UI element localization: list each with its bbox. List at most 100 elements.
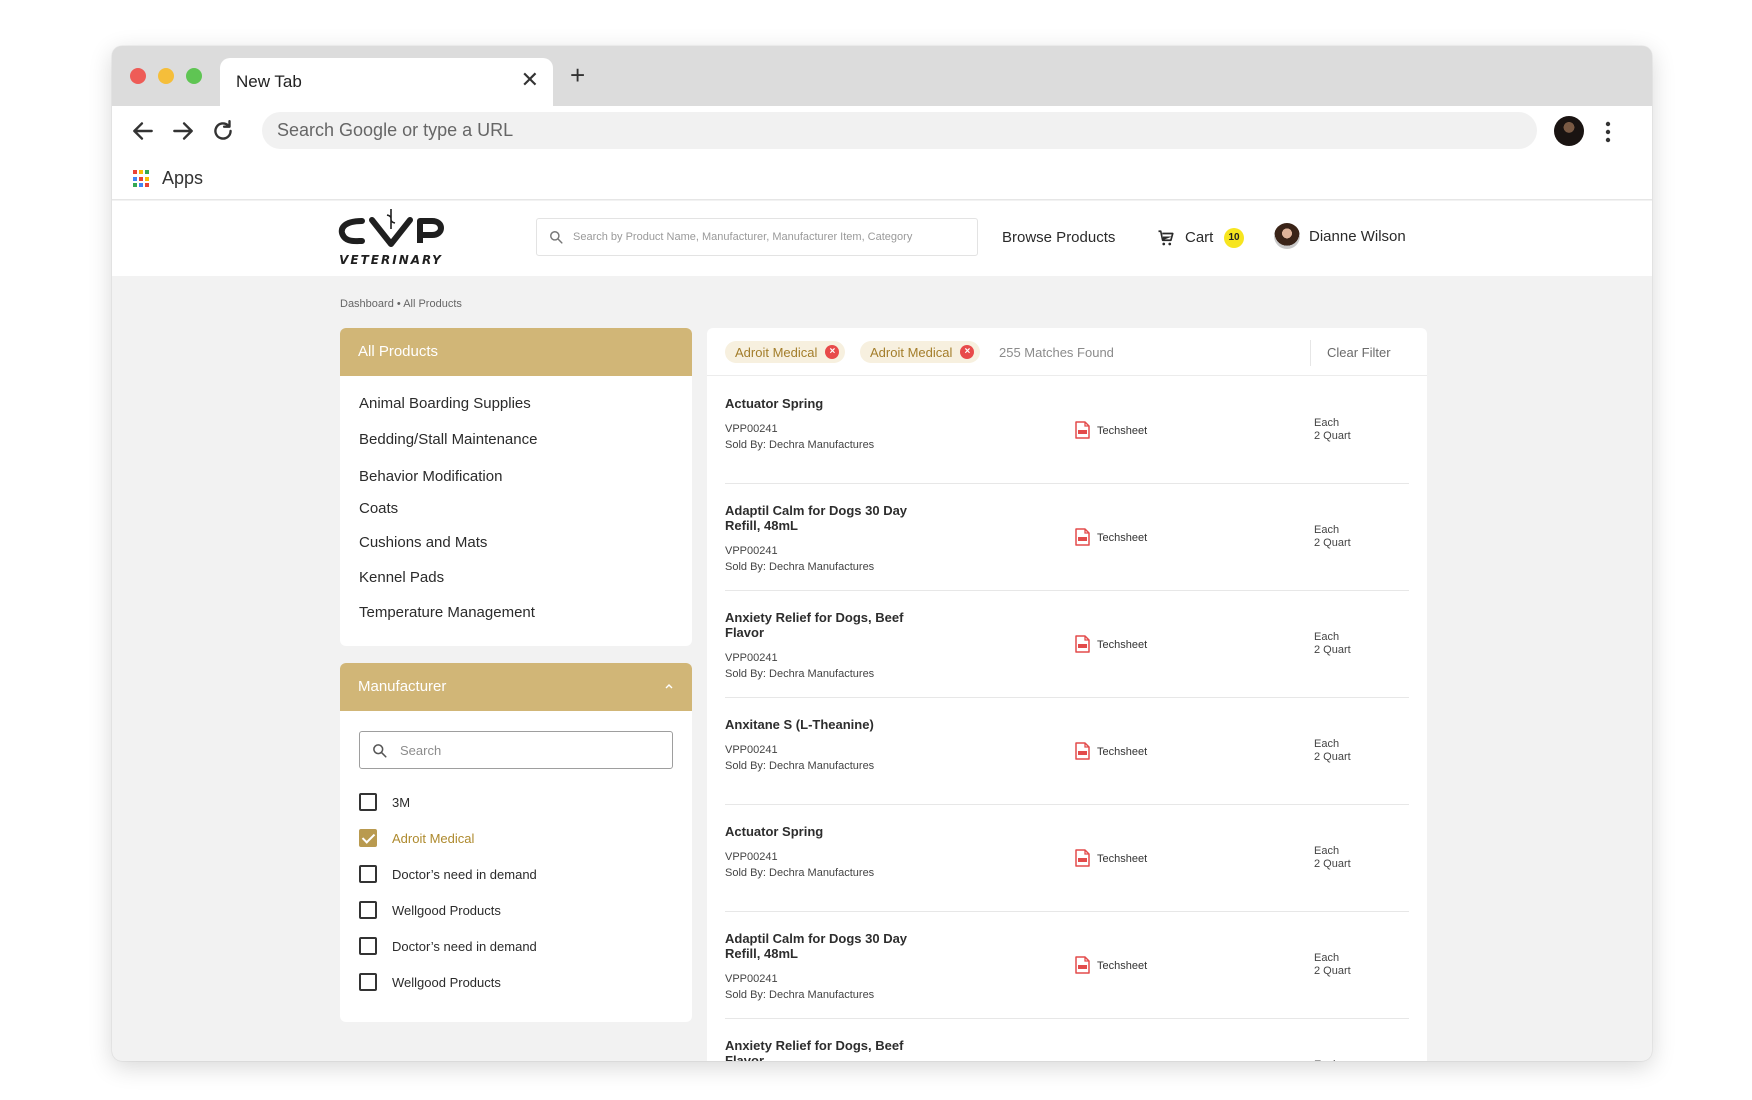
kebab-menu-icon[interactable] <box>1602 119 1614 145</box>
remove-x-icon[interactable]: × <box>960 345 975 359</box>
manufacturer-checkbox[interactable] <box>359 865 377 883</box>
browser-toolbar <box>112 106 1652 156</box>
product-name[interactable]: Anxitane S (L-Theanine) <box>725 717 930 732</box>
filter-chip[interactable]: Adroit Medical × <box>725 341 846 363</box>
product-row: Anxiety Relief for Dogs, Beef Flavor VPP0… <box>725 591 1409 698</box>
product-name[interactable]: Actuator Spring <box>725 396 930 411</box>
window-minimize-dot[interactable] <box>158 68 174 84</box>
unit-of-measure: Each2 Quart <box>1314 845 1351 871</box>
cart-label: Cart <box>1185 229 1214 246</box>
logo-text: VETERINARY <box>339 253 443 267</box>
user-name: Dianne Wilson <box>1309 228 1406 245</box>
product-sku: VPP00241 <box>725 851 778 863</box>
category-item[interactable]: Coats <box>359 500 398 517</box>
unit-of-measure: Each2 Quart <box>1314 1059 1351 1061</box>
product-row: Adaptil Calm for Dogs 30 Day Refill, 48m… <box>725 484 1409 591</box>
techsheet-label: Techsheet <box>1097 639 1148 651</box>
unit-of-measure: Each2 Quart <box>1314 738 1351 764</box>
product-name[interactable]: Adaptil Calm for Dogs 30 Day Refill, 48m… <box>725 503 930 533</box>
manufacturer-option-label: Wellgood Products <box>392 975 501 990</box>
manufacturer-search-input[interactable] <box>400 732 665 768</box>
product-sku: VPP00241 <box>725 744 778 756</box>
product-seller: Sold By: Dechra Manufactures <box>725 668 875 680</box>
uom-size: 2 Quart <box>1314 644 1351 656</box>
filter-divider <box>1310 340 1311 366</box>
arrow-left-icon[interactable] <box>130 118 156 144</box>
pdf-icon <box>1075 528 1090 546</box>
manufacturer-checkbox-checked[interactable] <box>359 829 377 847</box>
site-logo[interactable]: VETERINARY <box>332 207 450 271</box>
category-item[interactable]: Kennel Pads <box>359 569 444 586</box>
browse-products-link[interactable]: Browse Products <box>1002 229 1115 246</box>
search-icon <box>550 231 563 244</box>
product-row: Actuator Spring VPP00241 Sold By: Dechra M… <box>725 377 1409 484</box>
uom-unit: Each <box>1314 631 1340 643</box>
category-item[interactable]: Temperature Management <box>359 604 535 621</box>
arrow-right-icon[interactable] <box>170 118 196 144</box>
cart-icon <box>1158 230 1174 246</box>
browser-profile-avatar[interactable] <box>1554 116 1584 146</box>
logo-mark-icon <box>338 209 444 247</box>
omnibox-input[interactable] <box>262 112 1537 149</box>
product-name[interactable]: Anxiety Relief for Dogs, Beef Flavor <box>725 610 930 640</box>
filter-chip[interactable]: Adroit Medical × <box>860 341 981 363</box>
techsheet-label: Techsheet <box>1097 532 1148 544</box>
manufacturer-checkbox[interactable] <box>359 973 377 991</box>
remove-x-icon[interactable]: × <box>825 345 840 359</box>
manufacturer-option-label: Doctor’s need in demand <box>392 867 537 882</box>
product-seller: Sold By: Dechra Manufactures <box>725 867 875 879</box>
uom-unit: Each <box>1314 738 1340 750</box>
product-row: Actuator Spring VPP00241 Sold By: Dechra M… <box>725 805 1409 912</box>
uom-unit: Each <box>1314 417 1340 429</box>
clear-filter-button[interactable]: Clear Filter <box>1327 345 1391 360</box>
tab-close-icon[interactable]: ✕ <box>521 69 539 91</box>
manufacturer-option-label: Wellgood Products <box>392 903 501 918</box>
uom-unit: Each <box>1314 952 1340 964</box>
pdf-icon <box>1075 421 1090 439</box>
category-item[interactable]: Cushions and Mats <box>359 534 487 551</box>
category-panel-header[interactable]: All Products <box>340 328 692 376</box>
breadcrumb-dashboard[interactable]: Dashboard <box>340 298 394 310</box>
category-item[interactable]: Bedding/Stall Maintenance <box>359 431 537 448</box>
product-seller: Sold By: Dechra Manufactures <box>725 989 875 1001</box>
manufacturer-panel-header[interactable]: Manufacturer <box>340 663 692 711</box>
browser-window: New Tab ✕ + Apps <box>112 46 1652 1061</box>
uom-unit: Each <box>1314 1059 1339 1061</box>
pdf-icon <box>1075 635 1090 653</box>
product-row: Adaptil Calm for Dogs 30 Day Refill, 48m… <box>725 912 1409 1019</box>
manufacturer-checkbox[interactable] <box>359 937 377 955</box>
techsheet-label: Techsheet <box>1097 425 1148 437</box>
results-panel: Adroit Medical × Adroit Medical × 255 Ma… <box>707 328 1427 1061</box>
filter-chip-label: Adroit Medical <box>870 345 953 360</box>
product-search-input[interactable] <box>573 219 973 255</box>
window-maximize-dot[interactable] <box>186 68 202 84</box>
reload-icon[interactable] <box>210 118 236 144</box>
chevron-up-icon[interactable] <box>664 681 674 691</box>
product-sku: VPP00241 <box>725 973 778 985</box>
pdf-icon <box>1075 742 1090 760</box>
breadcrumb: Dashboard • All Products <box>340 298 462 310</box>
category-item[interactable]: Animal Boarding Supplies <box>359 395 531 412</box>
category-panel: All Products Animal Boarding Supplies Be… <box>340 328 692 646</box>
product-name[interactable]: Anxiety Relief for Dogs, Beef Flavor <box>725 1038 930 1061</box>
uom-unit: Each <box>1314 524 1340 536</box>
manufacturer-checkbox[interactable] <box>359 901 377 919</box>
uom-size: 2 Quart <box>1314 430 1351 442</box>
product-name[interactable]: Adaptil Calm for Dogs 30 Day Refill, 48m… <box>725 931 930 961</box>
manufacturer-checkbox[interactable] <box>359 793 377 811</box>
apps-grid-icon[interactable] <box>133 170 151 188</box>
category-item[interactable]: Behavior Modification <box>359 468 502 485</box>
new-tab-icon[interactable]: + <box>570 62 585 88</box>
product-sku: VPP00241 <box>725 423 778 435</box>
search-icon <box>373 744 387 758</box>
browser-tab[interactable]: New Tab ✕ <box>220 58 553 106</box>
window-close-dot[interactable] <box>130 68 146 84</box>
tab-strip: New Tab ✕ + <box>112 46 1652 106</box>
uom-size: 2 Quart <box>1314 751 1351 763</box>
manufacturer-search-box <box>359 731 673 769</box>
apps-bookmark[interactable]: Apps <box>162 168 203 189</box>
product-name[interactable]: Actuator Spring <box>725 824 930 839</box>
filter-bar: Adroit Medical × Adroit Medical × 255 Ma… <box>707 328 1427 376</box>
unit-of-measure: Each2 Quart <box>1314 952 1351 978</box>
product-sku: VPP00241 <box>725 545 778 557</box>
